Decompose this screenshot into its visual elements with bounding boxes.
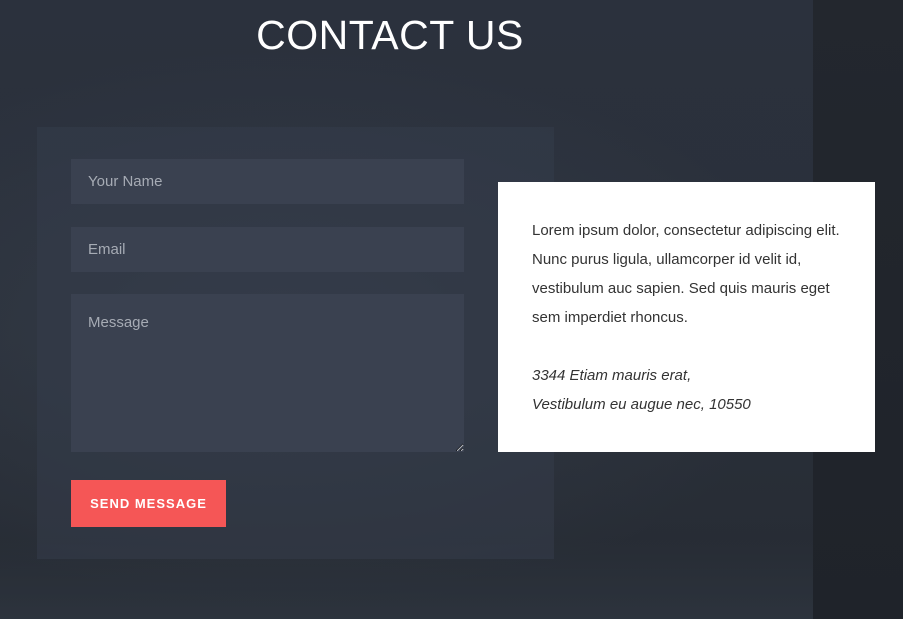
address-block: 3344 Etiam mauris erat, Vestibulum eu au… (532, 361, 841, 419)
send-message-button[interactable]: SEND MESSAGE (71, 480, 226, 527)
contact-info-card: Lorem ipsum dolor, consectetur adipiscin… (498, 182, 875, 452)
name-input[interactable] (71, 159, 464, 204)
email-input[interactable] (71, 227, 464, 272)
message-textarea[interactable] (71, 294, 464, 452)
page-title: CONTACT US (256, 12, 524, 58)
address-line-2: Vestibulum eu augue nec, 10550 (532, 396, 751, 413)
address-line-1: 3344 Etiam mauris erat, (532, 367, 692, 384)
info-description: Lorem ipsum dolor, consectetur adipiscin… (532, 222, 840, 326)
contact-form-panel: SEND MESSAGE (37, 127, 554, 559)
